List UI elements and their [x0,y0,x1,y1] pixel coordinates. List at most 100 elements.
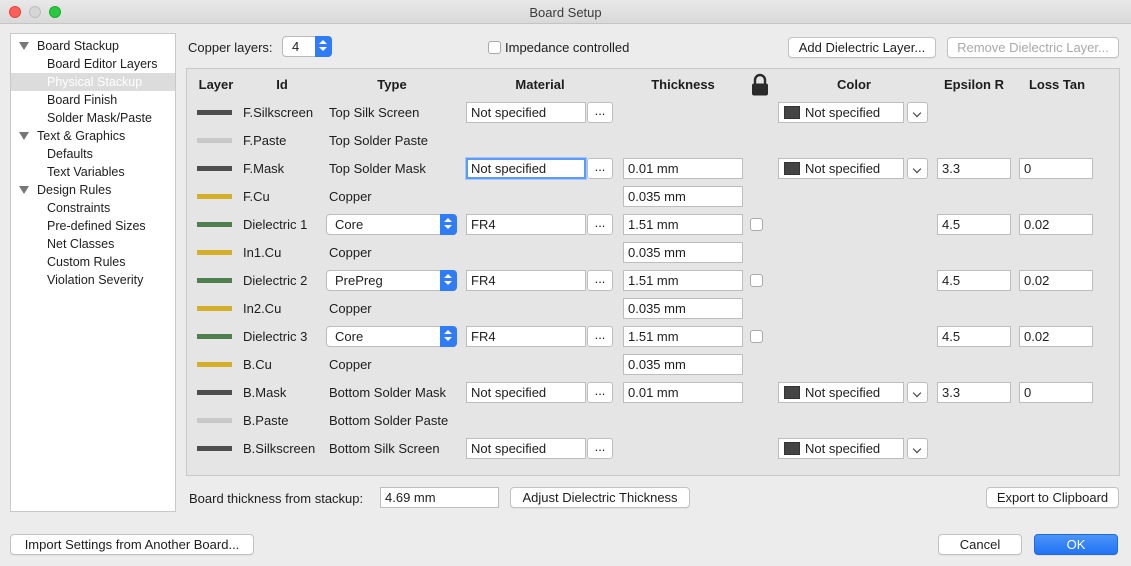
copper-layers-stepper-icon[interactable] [315,36,332,57]
epsilon-r-field[interactable]: 4.5 [937,326,1011,347]
window-title: Board Setup [529,5,602,20]
thickness-field[interactable]: 0.035 mm [623,186,743,207]
thickness-field[interactable]: 0.01 mm [623,158,743,179]
material-browse-button[interactable]: ... [587,158,613,179]
sidebar-item[interactable]: Net Classes [11,235,175,253]
layer-id: B.Silkscreen [243,441,316,456]
sidebar-item[interactable]: Text & Graphics [11,127,175,145]
color-dropdown-button[interactable] [907,382,928,403]
thickness-field[interactable]: 0.035 mm [623,298,743,319]
layer-color-swatch [197,110,232,115]
thickness-field[interactable]: 0.035 mm [623,354,743,375]
select-arrows-icon[interactable] [440,270,457,291]
layer-color-combo[interactable]: Not specified [778,438,904,459]
disclosure-triangle-icon[interactable] [19,42,29,50]
sidebar-item[interactable]: Board Editor Layers [11,55,175,73]
material-browse-button[interactable]: ... [587,326,613,347]
thickness-field[interactable]: 1.51 mm [623,326,743,347]
epsilon-r-field[interactable]: 3.3 [937,382,1011,403]
material-browse-button[interactable]: ... [587,270,613,291]
sidebar-item[interactable]: Constraints [11,199,175,217]
layer-type-select[interactable]: Core [326,214,457,235]
thickness-field[interactable]: 1.51 mm [623,214,743,235]
layer-type: Bottom Solder Mask [329,385,447,400]
layer-color-combo[interactable]: Not specified [778,158,904,179]
layer-color-swatch [197,306,232,311]
material-browse-button[interactable]: ... [587,382,613,403]
material-field[interactable]: Not specified [466,158,586,179]
layer-type-select[interactable]: PrePreg [326,270,457,291]
sidebar-item[interactable]: Solder Mask/Paste [11,109,175,127]
thickness-lock-checkbox[interactable] [750,330,763,343]
thickness-field[interactable]: 1.51 mm [623,270,743,291]
material-field[interactable]: FR4 [466,270,586,291]
loss-tan-field[interactable]: 0 [1019,158,1093,179]
board-thickness-field[interactable]: 4.69 mm [380,487,499,508]
layer-id: Dielectric 2 [243,273,308,288]
adjust-dielectric-thickness-button[interactable]: Adjust Dielectric Thickness [510,487,690,508]
sidebar-item[interactable]: Pre-defined Sizes [11,217,175,235]
layer-color-swatch [197,250,232,255]
sidebar-item[interactable]: Physical Stackup [11,73,175,91]
material-browse-button[interactable]: ... [587,214,613,235]
epsilon-r-field[interactable]: 4.5 [937,214,1011,235]
material-browse-button[interactable]: ... [587,102,613,123]
layer-type-select[interactable]: Core [326,326,457,347]
export-to-clipboard-button[interactable]: Export to Clipboard [986,487,1119,508]
loss-tan-field[interactable]: 0.02 [1019,270,1093,291]
header-material: Material [515,77,565,92]
header-type: Type [377,77,407,92]
select-arrows-icon[interactable] [440,214,457,235]
add-dielectric-layer-button[interactable]: Add Dielectric Layer... [788,37,936,58]
layer-color-swatch [197,194,232,199]
layer-color-value: Not specified [805,441,881,456]
disclosure-triangle-icon[interactable] [19,186,29,194]
sidebar-item[interactable]: Defaults [11,145,175,163]
disclosure-triangle-icon[interactable] [19,132,29,140]
thickness-lock-checkbox[interactable] [750,218,763,231]
epsilon-r-field[interactable]: 3.3 [937,158,1011,179]
material-browse-button[interactable]: ... [587,438,613,459]
thickness-field[interactable]: 0.035 mm [623,242,743,263]
layer-color-combo[interactable]: Not specified [778,102,904,123]
color-dropdown-button[interactable] [907,102,928,123]
material-field[interactable]: Not specified [466,438,586,459]
layer-color-combo[interactable]: Not specified [778,382,904,403]
color-dropdown-button[interactable] [907,438,928,459]
loss-tan-field[interactable]: 0 [1019,382,1093,403]
remove-dielectric-layer-button[interactable]: Remove Dielectric Layer... [947,37,1119,58]
import-settings-button[interactable]: Import Settings from Another Board... [10,534,254,555]
layer-id: F.Paste [243,133,287,148]
impedance-controlled-checkbox[interactable] [488,41,501,54]
select-arrows-icon[interactable] [440,326,457,347]
sidebar-item[interactable]: Design Rules [11,181,175,199]
color-dropdown-button[interactable] [907,158,928,179]
thickness-field[interactable]: 0.01 mm [623,382,743,403]
sidebar-item[interactable]: Board Finish [11,91,175,109]
loss-tan-field[interactable]: 0.02 [1019,214,1093,235]
material-field[interactable]: FR4 [466,214,586,235]
sidebar-item[interactable]: Violation Severity [11,271,175,289]
sidebar-item-label: Violation Severity [47,273,144,287]
sidebar-item[interactable]: Text Variables [11,163,175,181]
loss-tan-field[interactable]: 0.02 [1019,326,1093,347]
material-field[interactable]: Not specified [466,382,586,403]
board-thickness-label: Board thickness from stackup: [189,491,364,506]
layer-type: Copper [329,301,372,316]
sidebar-item[interactable]: Board Stackup [11,37,175,55]
thickness-lock-checkbox[interactable] [750,274,763,287]
layer-color-swatch [197,222,232,227]
sidebar-item-label: Defaults [47,147,93,161]
material-field[interactable]: FR4 [466,326,586,347]
epsilon-r-field[interactable]: 4.5 [937,270,1011,291]
ok-button[interactable]: OK [1034,534,1118,555]
layer-id: In1.Cu [243,245,282,260]
sidebar-item-label: Text & Graphics [37,129,126,143]
material-field[interactable]: Not specified [466,102,586,123]
cancel-button[interactable]: Cancel [938,534,1022,555]
copper-layers-select[interactable]: 4 [282,36,332,57]
layer-type-value: Core [335,217,364,232]
lock-icon [752,73,768,96]
sidebar-item[interactable]: Custom Rules [11,253,175,271]
layer-color-value: Not specified [805,105,881,120]
